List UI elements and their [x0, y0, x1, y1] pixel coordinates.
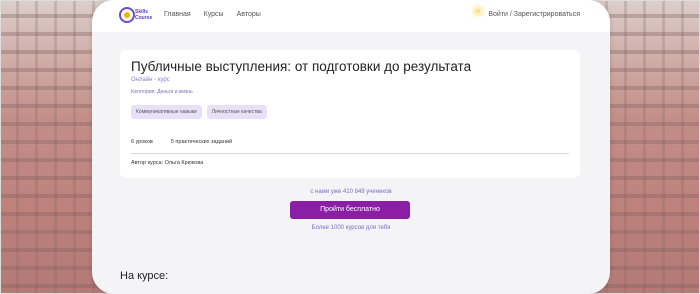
nav-right: Войти / Зарегистрироваться [474, 6, 580, 18]
nav-link-home[interactable]: Главная [164, 11, 191, 18]
nav-link-courses[interactable]: Курсы [204, 11, 224, 18]
nav-links: Главная Курсы Авторы [164, 11, 261, 18]
tasks-count: 5 практических заданий [170, 139, 233, 145]
start-free-button[interactable]: Пройти бесплатно [290, 201, 410, 219]
nav-link-authors[interactable]: Авторы [237, 11, 261, 18]
main-panel: Skills Course Главная Курсы Авторы Войти… [92, 0, 610, 294]
course-card: Публичные выступления: от подготовки до … [120, 50, 580, 178]
course-author: Автор курса: Ольга Крюкова [131, 160, 204, 166]
divider [131, 153, 569, 154]
tag-communication[interactable]: Коммуникативные навыки [131, 105, 202, 119]
course-category[interactable]: Категория: Деньги и жизнь [131, 89, 193, 95]
section-title: На курсе: [120, 270, 169, 282]
course-stats: 6 уроков 5 практических заданий [131, 139, 232, 145]
course-tags: Коммуникативные навыки Личностные качест… [131, 105, 267, 119]
course-title: Публичные выступления: от подготовки до … [131, 59, 472, 74]
tag-personal-qualities[interactable]: Личностные качества [206, 105, 267, 119]
top-nav: Skills Course Главная Курсы Авторы Войти… [92, 0, 610, 32]
login-register-link[interactable]: Войти / Зарегистрироваться [488, 11, 580, 18]
course-format: Онлайн - курс [131, 77, 170, 83]
lessons-count: 6 уроков [131, 139, 153, 145]
theme-toggle-sun-icon[interactable] [474, 6, 483, 15]
more-courses-link[interactable]: Более 1000 курсов для тебя [92, 225, 610, 231]
students-count: с нами уже 410 849 учеников [310, 189, 392, 195]
logo-icon[interactable] [119, 7, 135, 23]
logo-text[interactable]: Skills Course [135, 9, 155, 21]
